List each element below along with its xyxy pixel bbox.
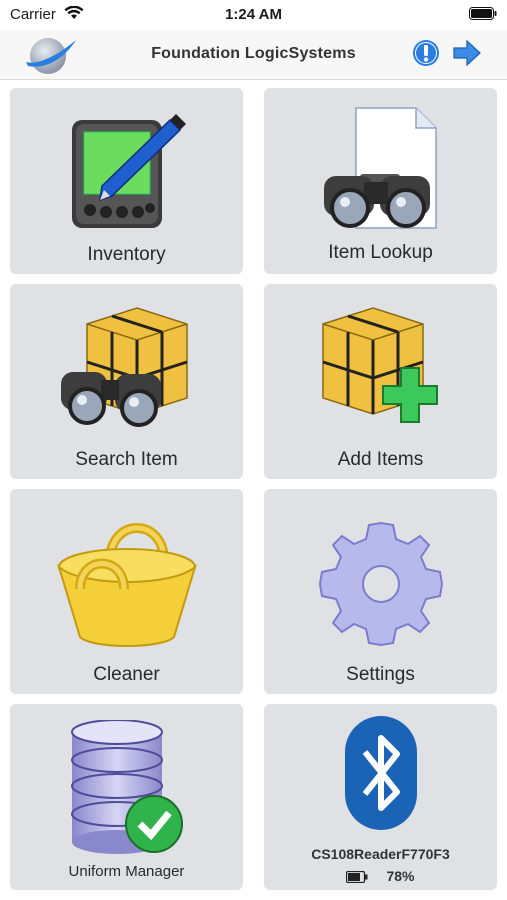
cleaner-tile[interactable]: Cleaner	[10, 489, 243, 694]
database-check-icon	[62, 719, 192, 865]
binoculars-document-icon	[316, 104, 446, 237]
nav-bar: Foundation LogicSystems	[0, 30, 507, 80]
tile-label: Settings	[346, 664, 415, 685]
basket-icon	[52, 511, 202, 656]
forward-arrow-icon[interactable]	[452, 39, 482, 72]
tile-label: Add Items	[337, 449, 424, 470]
search-item-tile[interactable]: Search Item	[10, 284, 243, 479]
settings-tile[interactable]: Settings	[264, 489, 497, 694]
uniform-manager-tile[interactable]: Uniform Manager	[10, 704, 243, 890]
clock: 1:24 AM	[225, 6, 282, 23]
tile-label: Inventory	[87, 244, 166, 265]
device-battery-percent: 78%	[386, 868, 415, 884]
tile-label: Uniform Manager	[68, 863, 185, 880]
battery-icon	[346, 871, 368, 884]
status-bar: Carrier 1:24 AM	[0, 0, 507, 30]
gear-icon	[316, 519, 446, 654]
device-battery-row: 78%	[264, 868, 497, 884]
bluetooth-icon	[343, 714, 419, 837]
bluetooth-reader-tile[interactable]: CS108ReaderF770F3 78%	[264, 704, 497, 890]
main-menu-grid: Inventory Item Lookup Search Item Add It…	[10, 88, 497, 890]
boxes-plus-icon	[311, 302, 451, 442]
device-name: CS108ReaderF770F3	[311, 846, 450, 862]
info-icon[interactable]	[411, 38, 441, 73]
tile-label: Item Lookup	[328, 242, 433, 263]
tile-label: Cleaner	[93, 664, 160, 685]
handheld-pen-icon	[62, 108, 192, 238]
item-lookup-tile[interactable]: Item Lookup	[264, 88, 497, 274]
add-items-tile[interactable]: Add Items	[264, 284, 497, 479]
tile-label: Search Item	[75, 449, 178, 470]
inventory-tile[interactable]: Inventory	[10, 88, 243, 274]
boxes-binoculars-icon	[57, 302, 197, 437]
battery-icon	[469, 7, 497, 24]
